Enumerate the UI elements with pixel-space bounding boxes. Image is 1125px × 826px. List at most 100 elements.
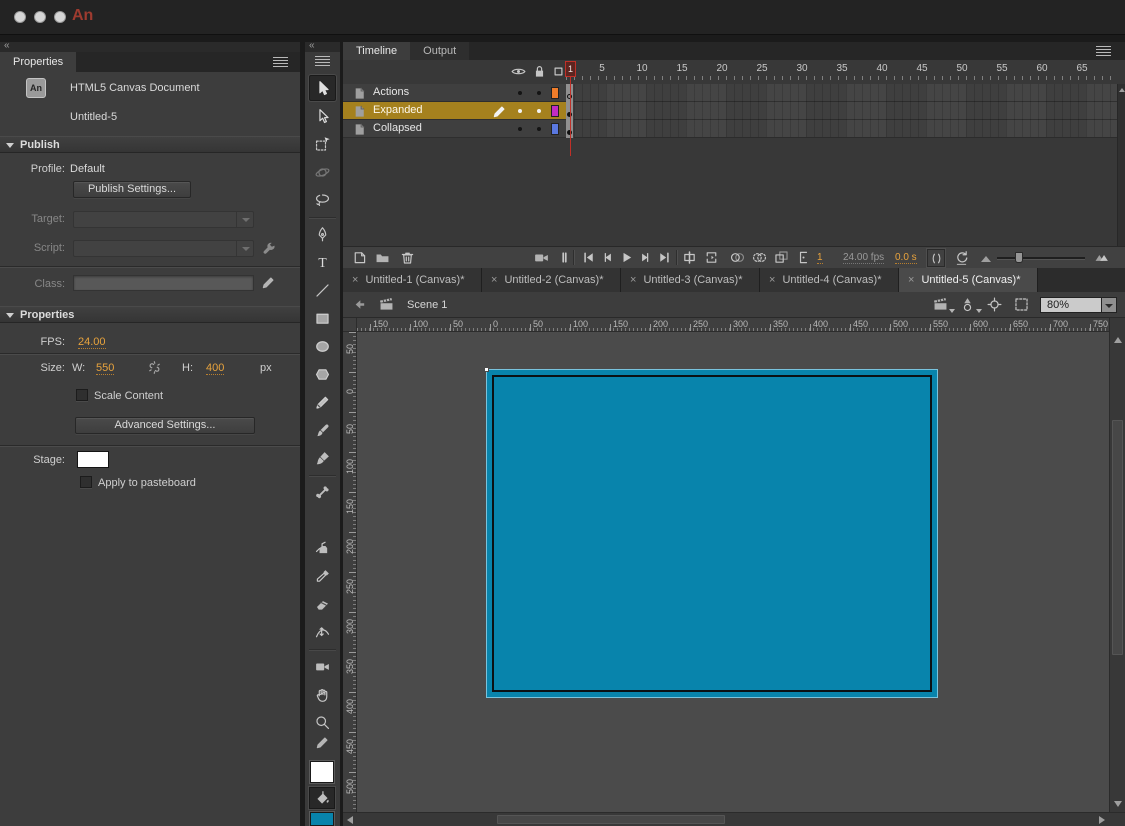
scroll-up-icon[interactable] <box>1114 337 1122 343</box>
layer-row-collapsed[interactable]: Collapsed <box>343 120 566 138</box>
scroll-left-icon[interactable] <box>347 816 353 824</box>
stage-color-swatch[interactable] <box>77 451 109 468</box>
play-button[interactable] <box>618 249 636 267</box>
ink-bottle-tool[interactable] <box>309 535 336 561</box>
zoom-in-frames-icon[interactable] <box>1093 249 1111 267</box>
back-arrow-icon[interactable] <box>351 296 369 314</box>
layer-visibility-dot[interactable] <box>518 91 522 95</box>
document-tab-1[interactable]: ×Untitled-1 (Canvas)* <box>343 268 482 292</box>
new-layer-button[interactable] <box>351 249 369 267</box>
timeline-zoom-slider[interactable] <box>997 249 1085 267</box>
subselection-tool[interactable] <box>309 103 336 129</box>
layer-lock-dot[interactable] <box>537 109 541 113</box>
zoom-tool[interactable] <box>309 709 336 735</box>
layer-lock-dot[interactable] <box>537 127 541 131</box>
delete-layer-button[interactable] <box>399 249 417 267</box>
publish-settings-button[interactable]: Publish Settings... <box>73 181 191 198</box>
fill-color-swatch[interactable] <box>310 812 334 826</box>
collapse-to-icons-button[interactable]: « <box>309 40 314 51</box>
close-tab-icon[interactable]: × <box>769 274 775 286</box>
tab-properties[interactable]: Properties <box>0 52 76 72</box>
outline-all-layers-icon[interactable] <box>550 63 566 79</box>
camera-toggle-button[interactable] <box>533 249 551 267</box>
camera-tool[interactable] <box>309 653 336 679</box>
stroke-color-pencil-icon[interactable] <box>314 734 331 751</box>
tab-output[interactable]: Output <box>410 42 469 60</box>
bone-tool[interactable] <box>309 479 336 505</box>
paint-brush-tool[interactable] <box>309 445 336 471</box>
modify-markers-button[interactable] <box>795 249 813 267</box>
show-hide-all-layers-icon[interactable] <box>510 63 526 79</box>
step-forward-button[interactable] <box>637 249 655 267</box>
frame-ruler-ticks[interactable] <box>566 76 1117 80</box>
scroll-up-icon[interactable] <box>1119 88 1125 92</box>
layer-visibility-dot[interactable] <box>518 127 522 131</box>
panel-menu-icon[interactable] <box>315 56 330 67</box>
document-tab-5[interactable]: ×Untitled-5 (Canvas)* <box>899 268 1038 292</box>
clip-to-stage-button[interactable] <box>1013 296 1031 314</box>
center-frame-button[interactable] <box>681 249 699 267</box>
advanced-settings-button[interactable]: Advanced Settings... <box>75 417 255 434</box>
polystar-tool[interactable] <box>309 361 336 387</box>
collapse-to-icons-button[interactable]: « <box>4 40 9 51</box>
fill-color-button[interactable] <box>309 787 335 809</box>
eyedropper-tool[interactable] <box>309 563 336 589</box>
stage[interactable] <box>487 370 937 697</box>
width-tool[interactable] <box>309 619 336 645</box>
frame-view-button[interactable] <box>927 249 945 267</box>
onion-skin-button[interactable] <box>729 249 747 267</box>
layer-name[interactable]: Actions <box>373 86 409 98</box>
line-tool[interactable] <box>309 277 336 303</box>
vertical-scrollbar-thumb[interactable] <box>1112 420 1123 655</box>
layer-lock-dot[interactable] <box>537 91 541 95</box>
document-tab-4[interactable]: ×Untitled-4 (Canvas)* <box>760 268 899 292</box>
scale-content-checkbox[interactable] <box>76 389 88 401</box>
pasteboard[interactable] <box>357 332 1109 812</box>
show-hide-layers-depth-icon[interactable] <box>556 249 574 267</box>
frames-grid[interactable] <box>566 84 1117 138</box>
height-value[interactable]: 400 <box>206 362 224 375</box>
zoom-out-frames-icon[interactable] <box>981 256 991 262</box>
center-stage-button[interactable] <box>986 296 1004 314</box>
publish-section-header[interactable]: Publish <box>0 136 300 153</box>
layer-name[interactable]: Collapsed <box>373 122 422 134</box>
hand-tool[interactable] <box>309 681 336 707</box>
step-back-button[interactable] <box>599 249 617 267</box>
horizontal-scrollbar-thumb[interactable] <box>497 815 725 824</box>
slider-thumb[interactable] <box>1015 252 1023 263</box>
paint-bucket-tool[interactable] <box>309 507 336 533</box>
layer-row-expanded[interactable]: Expanded <box>343 102 566 120</box>
reset-timeline-zoom-button[interactable] <box>953 249 971 267</box>
go-to-first-frame-button[interactable] <box>580 249 598 267</box>
oval-tool[interactable] <box>309 333 336 359</box>
width-value[interactable]: 550 <box>96 362 114 375</box>
playhead[interactable]: 1 <box>565 61 576 77</box>
timeline-scrollbar[interactable] <box>1117 84 1125 246</box>
zoom-level-dropdown-button[interactable] <box>1102 297 1117 313</box>
layer-row-actions[interactable]: Actions <box>343 84 566 102</box>
close-tab-icon[interactable]: × <box>908 274 914 286</box>
target-dropdown[interactable] <box>73 211 254 228</box>
zoom-level-input[interactable]: 80% <box>1040 297 1102 313</box>
pencil-tool[interactable] <box>309 389 336 415</box>
frame-rate-indicator[interactable]: 24.00 fps <box>843 252 884 264</box>
document-tab-3[interactable]: ×Untitled-3 (Canvas)* <box>621 268 760 292</box>
layer-visibility-dot[interactable] <box>518 109 522 113</box>
layer-outline-color-swatch[interactable] <box>551 87 559 99</box>
vertical-scrollbar[interactable] <box>1109 332 1125 812</box>
edit-scene-button[interactable] <box>932 296 950 314</box>
free-transform-tool[interactable] <box>309 131 336 157</box>
selection-tool[interactable] <box>309 75 336 101</box>
current-frame-indicator[interactable]: 1 <box>817 252 823 264</box>
horizontal-scrollbar[interactable] <box>343 812 1125 826</box>
layer-outline-color-swatch[interactable] <box>551 123 559 135</box>
wrench-icon[interactable] <box>261 240 278 257</box>
script-dropdown[interactable] <box>73 240 254 257</box>
rectangle-tool[interactable] <box>309 305 336 331</box>
elapsed-time-indicator[interactable]: 0.0 s <box>895 252 917 264</box>
selection-handle[interactable] <box>484 367 489 372</box>
window-close-button[interactable] <box>14 11 26 23</box>
close-tab-icon[interactable]: × <box>352 274 358 286</box>
apply-to-pasteboard-checkbox[interactable] <box>80 476 92 488</box>
properties-section-header[interactable]: Properties <box>0 306 300 323</box>
